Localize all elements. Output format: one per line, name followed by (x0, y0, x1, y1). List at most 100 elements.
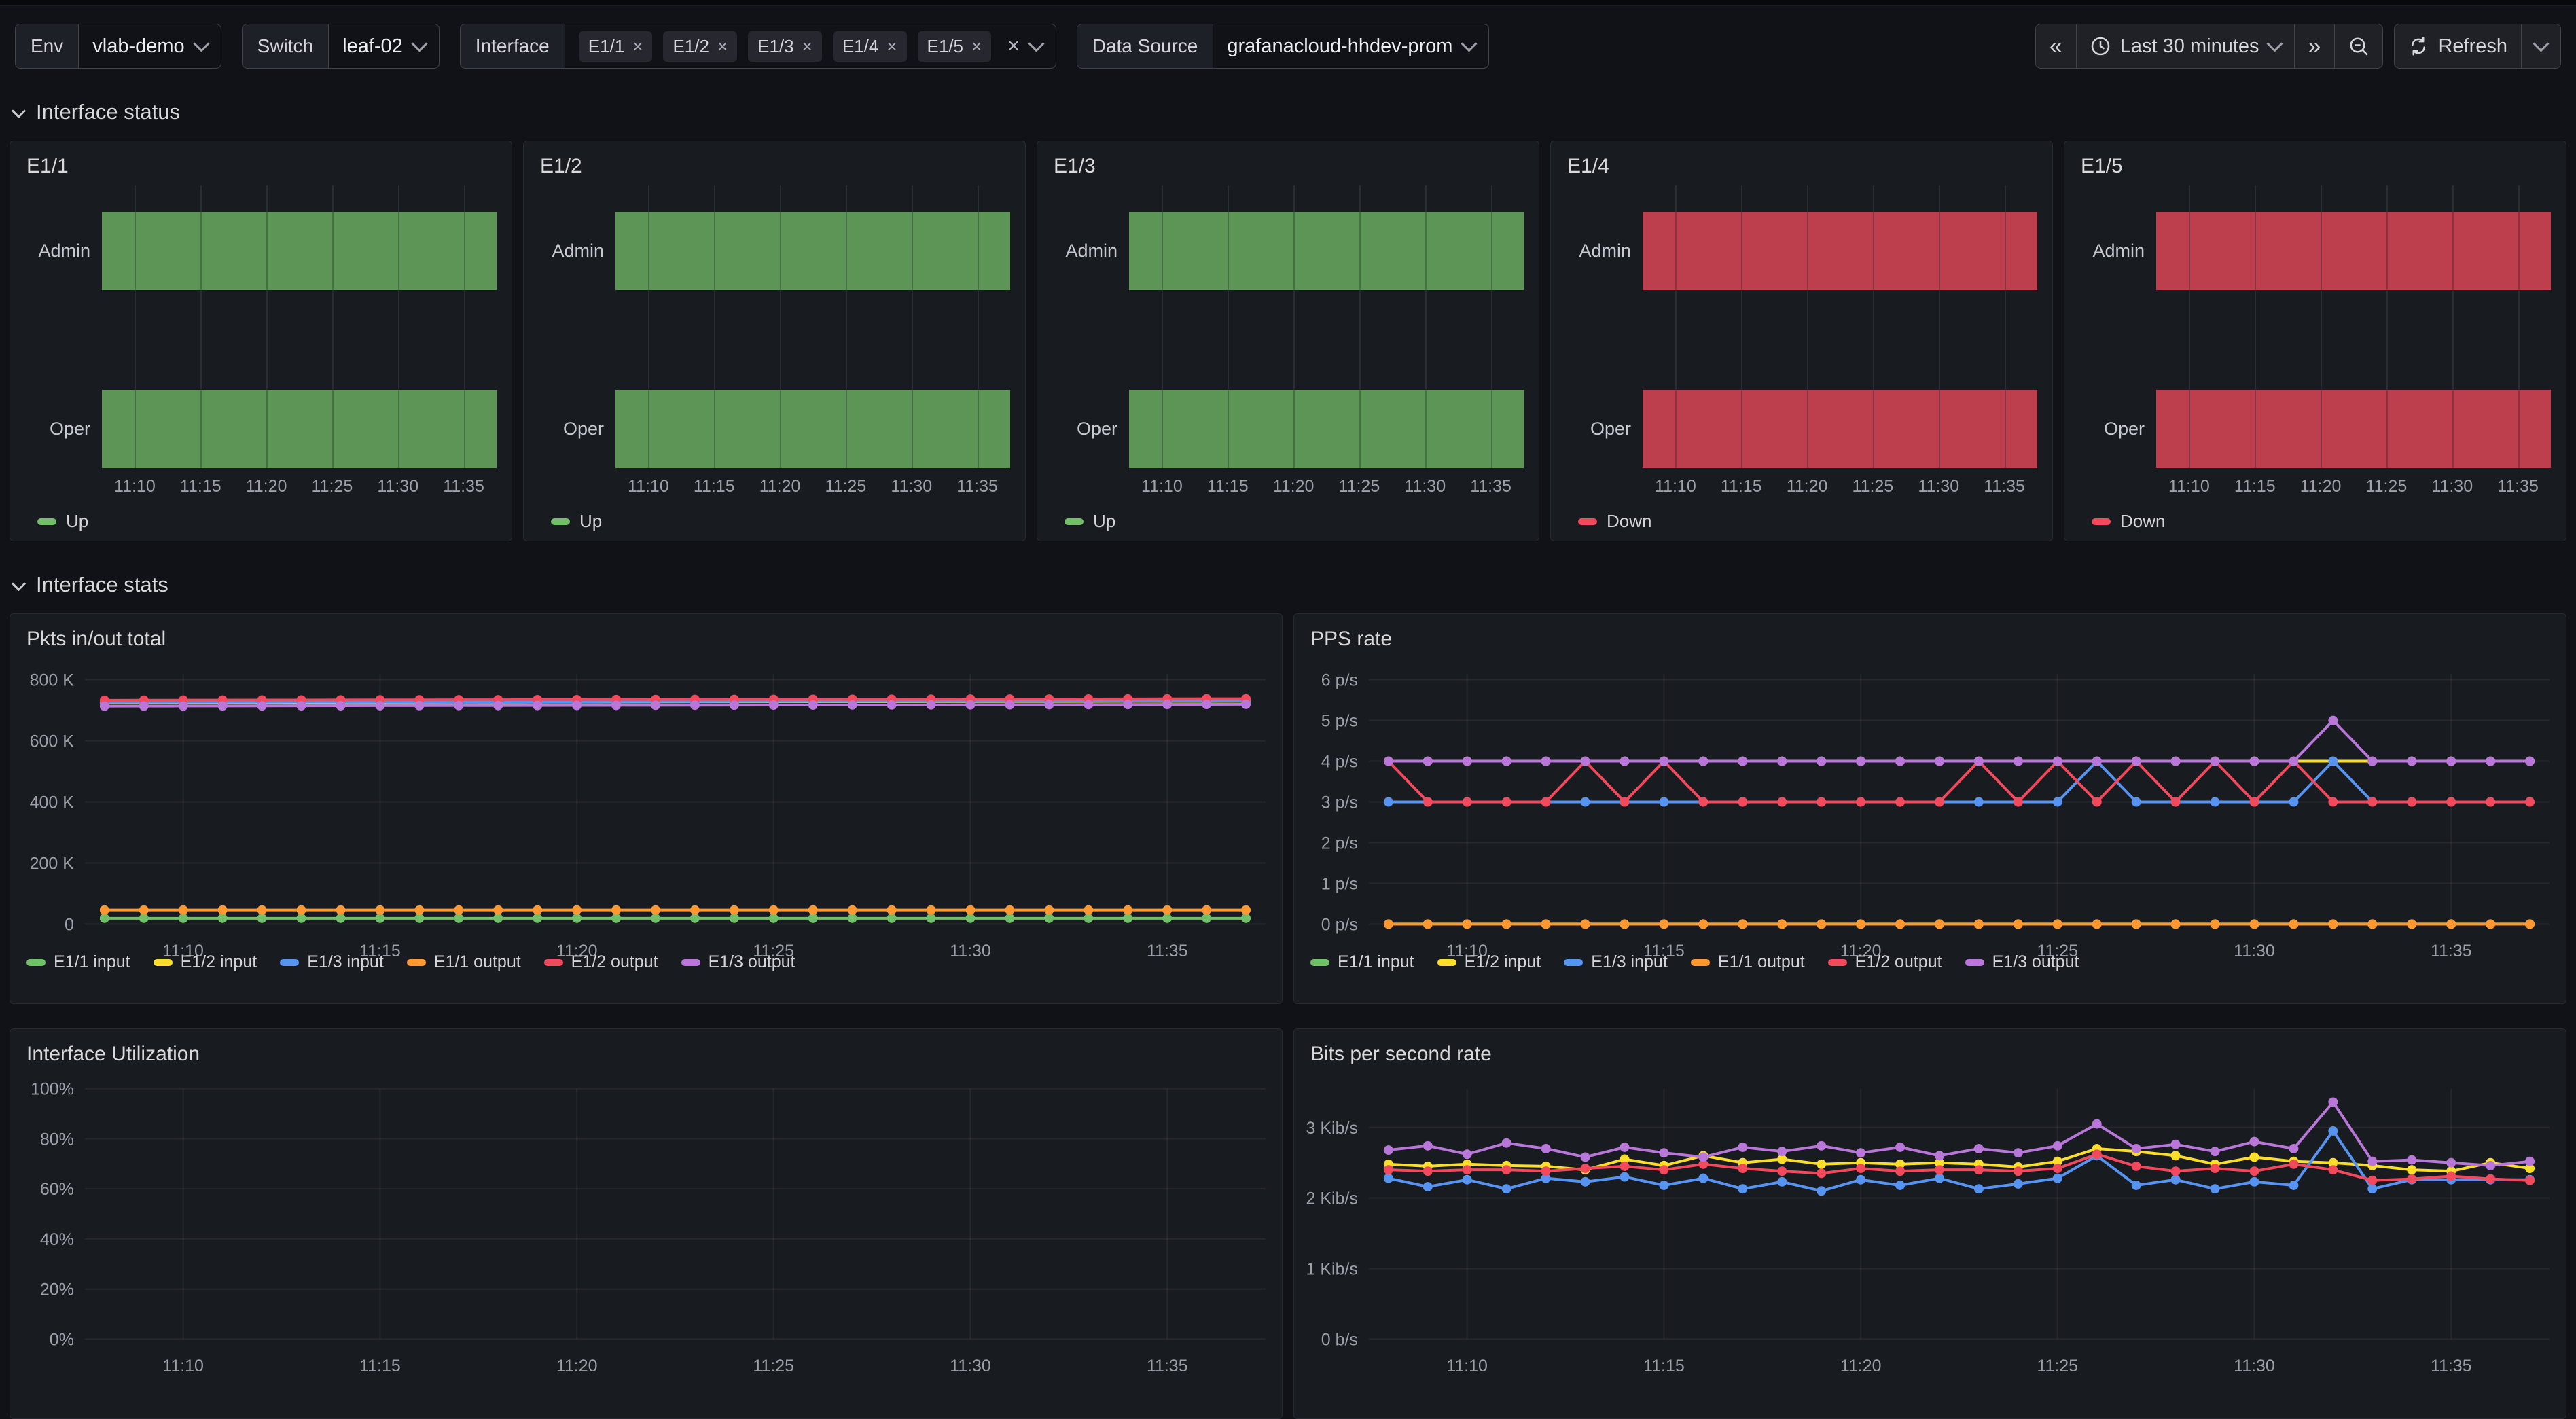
refresh-button[interactable]: Refresh (2395, 24, 2521, 68)
legend-item[interactable]: E1/3 input (1564, 952, 1668, 972)
svg-text:11:30: 11:30 (950, 941, 991, 960)
double-arrow-left-icon: « (2050, 35, 2062, 58)
legend-label: Up (579, 511, 602, 532)
x-tick-label: 11:25 (1853, 477, 1894, 497)
state-timeline (1129, 185, 1524, 468)
panel-title[interactable]: PPS rate (1310, 628, 1392, 651)
panel-title[interactable]: Pkts in/out total (26, 628, 166, 651)
svg-text:11:35: 11:35 (1147, 941, 1188, 960)
legend-pill (1437, 959, 1456, 966)
x-axis: 11:1011:1511:2011:2511:3011:35 (1129, 477, 1524, 499)
legend-item[interactable]: E1/1 output (407, 952, 521, 972)
env-filter: Env vlab-demo (15, 24, 221, 69)
remove-chip-icon[interactable]: × (971, 37, 982, 55)
legend-label: E1/1 input (54, 952, 130, 972)
legend-item[interactable]: Up (551, 511, 602, 532)
x-tick-label: 11:25 (2366, 477, 2408, 497)
svg-text:2 Kib/s: 2 Kib/s (1306, 1189, 1358, 1208)
legend-item[interactable]: Up (37, 511, 88, 532)
collapse-chevron-icon (12, 576, 26, 590)
x-tick-label: 11:35 (2497, 477, 2539, 497)
panel-title[interactable]: E1/1 (26, 155, 69, 178)
legend-pill (407, 959, 426, 966)
legend-item[interactable]: Up (1065, 511, 1115, 532)
legend-item[interactable]: E1/1 input (26, 952, 130, 972)
legend-pill (544, 959, 563, 966)
legend-item[interactable]: Down (1578, 511, 1651, 532)
x-tick-label: 11:25 (312, 477, 353, 497)
legend-label: E1/3 output (709, 952, 795, 972)
panel-title[interactable]: Bits per second rate (1310, 1043, 1492, 1066)
legend-item[interactable]: E1/3 output (1965, 952, 2079, 972)
section-interface-stats[interactable]: Interface stats (14, 573, 2566, 597)
legend-item[interactable]: E1/2 output (1828, 952, 1942, 972)
svg-text:11:20: 11:20 (1840, 1357, 1882, 1376)
datasource-select[interactable]: grafanacloud-hhdev-prom (1213, 24, 1488, 68)
interface-chip-e1-3[interactable]: E1/3× (748, 31, 822, 62)
status-panel-e1-3: E1/3 Admin Oper 11:1011:1511:2011:2511:3… (1037, 141, 1539, 541)
panel-title[interactable]: Interface Utilization (26, 1043, 200, 1066)
time-and-refresh-controls: « Last 30 minutes » Refresh (2035, 24, 2561, 69)
panel-title[interactable]: E1/4 (1567, 155, 1609, 178)
legend-pill (26, 959, 46, 966)
legend-item[interactable]: Down (2092, 511, 2165, 532)
interface-chip-e1-1[interactable]: E1/1× (579, 31, 653, 62)
svg-text:0 p/s: 0 p/s (1321, 915, 1358, 934)
zoom-out-button[interactable] (2334, 24, 2382, 68)
status-panel-e1-5: E1/5 Admin Oper 11:1011:1511:2011:2511:3… (2064, 141, 2566, 541)
status-panel-e1-2: E1/2 Admin Oper 11:1011:1511:2011:2511:3… (523, 141, 1026, 541)
legend-pill (1965, 959, 1984, 966)
x-tick-label: 11:10 (114, 477, 156, 497)
row-label-admin: Admin (524, 240, 604, 262)
legend: E1/1 input E1/2 input E1/3 input E1/1 outpu… (1310, 952, 2079, 972)
legend-label: E1/3 input (307, 952, 384, 972)
svg-text:20%: 20% (40, 1280, 74, 1299)
legend-item[interactable]: E1/3 output (681, 952, 795, 972)
legend-label: E1/2 output (571, 952, 658, 972)
remove-chip-icon[interactable]: × (717, 37, 728, 55)
state-timeline (1643, 185, 2037, 468)
interface-chip-e1-5[interactable]: E1/5× (918, 31, 992, 62)
legend-item[interactable]: E1/1 output (1691, 952, 1805, 972)
legend-item[interactable]: E1/2 output (544, 952, 658, 972)
row-label-oper: Oper (10, 418, 90, 439)
x-tick-label: 11:15 (1207, 477, 1249, 497)
section-interface-status[interactable]: Interface status (14, 100, 2566, 124)
panel-interface-utilization: Interface Utilization 100%80%60%40%20%0%… (10, 1028, 1283, 1419)
time-back-button[interactable]: « (2036, 24, 2076, 68)
interface-chip-e1-4[interactable]: E1/4× (833, 31, 907, 62)
clear-all-icon[interactable]: × (1007, 35, 1020, 58)
env-select[interactable]: vlab-demo (78, 24, 220, 68)
interface-chip-e1-2[interactable]: E1/2× (663, 31, 737, 62)
legend-item[interactable]: E1/1 input (1310, 952, 1414, 972)
refresh-interval-button[interactable] (2521, 24, 2560, 68)
time-picker-button[interactable]: Last 30 minutes (2076, 24, 2294, 68)
panel-title[interactable]: E1/3 (1054, 155, 1096, 178)
collapse-chevron-icon (12, 103, 26, 118)
oper-state-bar (102, 390, 497, 468)
admin-state-bar (1129, 212, 1524, 290)
legend-item[interactable]: E1/3 input (280, 952, 384, 972)
time-forward-button[interactable]: » (2294, 24, 2335, 68)
datasource-value: grafanacloud-hhdev-prom (1227, 35, 1452, 58)
remove-chip-icon[interactable]: × (802, 37, 812, 55)
legend-label: E1/2 output (1855, 952, 1942, 972)
panel-title[interactable]: E1/2 (540, 155, 582, 178)
remove-chip-icon[interactable]: × (887, 37, 897, 55)
panel-title[interactable]: E1/5 (2081, 155, 2123, 178)
svg-text:11:15: 11:15 (1643, 1357, 1685, 1376)
remove-chip-icon[interactable]: × (632, 37, 643, 55)
switch-value: leaf-02 (342, 35, 403, 58)
svg-text:100%: 100% (31, 1080, 74, 1099)
state-timeline (102, 185, 497, 468)
legend-pill (2092, 518, 2111, 525)
svg-text:11:10: 11:10 (1446, 1357, 1488, 1376)
chevron-down-icon (193, 35, 209, 52)
interface-select[interactable]: E1/1× E1/2× E1/3× E1/4× E1/5× × (565, 24, 1056, 68)
clock-icon (2090, 36, 2111, 56)
legend-item[interactable]: E1/2 input (154, 952, 257, 972)
chevron-down-icon (2533, 35, 2549, 52)
legend-item[interactable]: E1/2 input (1437, 952, 1541, 972)
x-tick-label: 11:20 (1273, 477, 1314, 497)
switch-select[interactable]: leaf-02 (328, 24, 439, 68)
